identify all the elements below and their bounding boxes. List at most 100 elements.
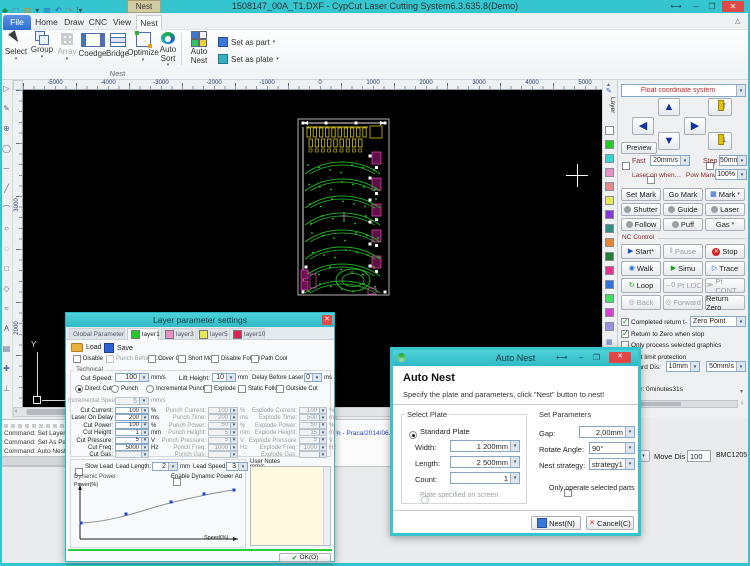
param-combo[interactable]	[208, 451, 238, 458]
layer-tab-layer1[interactable]: layer1	[127, 328, 159, 340]
param-combo[interactable]: 5	[208, 429, 238, 436]
layer-tab-layer3[interactable]: layer3	[161, 328, 193, 340]
layer-tab-layer5[interactable]: layer5	[195, 328, 227, 340]
step-combo[interactable]: 50mm	[719, 155, 747, 166]
checkbox[interactable]	[251, 355, 259, 363]
cancel-button[interactable]: ✕ Cancel(C)	[586, 516, 634, 530]
cut-speed-combo[interactable]: 100	[115, 373, 149, 382]
layer-color-swatch[interactable]	[605, 126, 614, 135]
nozzle-up-button[interactable]: ↑	[708, 98, 732, 116]
lead-speed-combo[interactable]: 3	[226, 462, 248, 471]
nest-button[interactable]: Nest(N)	[531, 516, 581, 530]
check-path-cool[interactable]: Path Cool	[251, 355, 287, 363]
combo-caret-icon[interactable]	[736, 85, 745, 96]
tab-file[interactable]: File	[3, 15, 31, 30]
start--button[interactable]: ▶Start*	[621, 244, 661, 259]
checkbox[interactable]	[211, 355, 219, 363]
user-notes-box[interactable]	[250, 466, 331, 546]
move-dis-input[interactable]: 100	[687, 450, 711, 462]
layer-color-swatch[interactable]	[605, 308, 614, 317]
fast-checkbox[interactable]	[622, 162, 630, 170]
layer-color-swatch[interactable]	[605, 294, 614, 303]
count-combo[interactable]: 1	[450, 472, 520, 484]
param-combo[interactable]: 100	[115, 407, 149, 414]
delay-combo[interactable]: 0	[304, 373, 322, 382]
optimize-button[interactable]: Optimize▾	[129, 31, 157, 68]
set-as-part-button[interactable]: Set as part▾	[218, 35, 282, 49]
option-checkbox[interactable]	[621, 330, 629, 338]
nozzle-down-button[interactable]: ↓	[708, 132, 732, 150]
mode-punch[interactable]: Punch	[111, 385, 138, 393]
layer-color-swatch[interactable]	[605, 210, 614, 219]
puff-button[interactable]: Puff	[663, 218, 703, 231]
param-combo[interactable]	[299, 451, 327, 458]
layer-dialog-close-button[interactable]: ✕	[322, 315, 332, 325]
param-combo[interactable]: 5	[208, 437, 238, 444]
lift-height-combo[interactable]: 10	[212, 373, 236, 382]
shutter-button[interactable]: Shutter	[621, 203, 661, 216]
return-zero-button[interactable]: Return Zero	[705, 295, 745, 310]
select-button[interactable]: Select▾	[3, 31, 29, 68]
expand-window-icon[interactable]: ⟷	[668, 1, 684, 12]
group-button[interactable]: Group▾	[30, 31, 54, 68]
fast-speed-combo[interactable]: 20mm/s	[650, 155, 690, 166]
radio[interactable]	[75, 385, 83, 393]
mode-outside-cut[interactable]: Outside Cut	[276, 385, 318, 393]
param-combo[interactable]: 100	[299, 407, 327, 414]
notes-scrollbar[interactable]	[323, 467, 330, 545]
checkbox[interactable]	[178, 355, 186, 363]
minimize-button[interactable]: –	[688, 1, 704, 12]
layer-color-swatch[interactable]	[605, 154, 614, 163]
param-combo[interactable]: 5	[115, 437, 149, 444]
check[interactable]	[238, 385, 246, 393]
coordinate-system-combo[interactable]: Float coordinate system	[621, 84, 746, 97]
standard-plate-radio[interactable]	[409, 431, 417, 439]
tab-view[interactable]: View	[110, 15, 134, 30]
param-combo[interactable]: 500	[299, 414, 327, 421]
mode-direct-cut[interactable]: Direct Cut	[75, 385, 112, 393]
layer-tab-layer10[interactable]: layer10	[229, 328, 265, 340]
set-as-plate-button[interactable]: Set as plate▾	[218, 52, 282, 66]
back-button[interactable]: ◎Back	[621, 295, 661, 310]
width-combo[interactable]: 1 200mm	[450, 440, 520, 452]
param-combo[interactable]: 100	[115, 422, 149, 429]
jog-right-button[interactable]: ▶	[684, 117, 706, 135]
layer-color-swatch[interactable]	[605, 252, 614, 261]
tab-nest[interactable]: Nest	[136, 15, 162, 30]
checkbox[interactable]	[106, 355, 114, 363]
loop-button[interactable]: ↻Loop	[621, 278, 661, 293]
layer-dialog-title-bar[interactable]: Layer parameter settings	[66, 313, 334, 327]
jog-up-button[interactable]: ▲	[658, 98, 680, 116]
param-combo[interactable]: 100	[208, 407, 238, 414]
param-combo[interactable]: 200	[115, 414, 149, 421]
checkbox[interactable]	[73, 355, 81, 363]
layer-color-swatch[interactable]	[605, 140, 614, 149]
trace-button[interactable]: ▷Trace	[705, 261, 745, 276]
gap-combo[interactable]: 2,00mm	[579, 426, 635, 438]
preview-button[interactable]: Preview	[621, 142, 657, 154]
tab-home[interactable]: Home	[33, 15, 60, 30]
rotate-angle-combo[interactable]: 90°	[589, 442, 635, 454]
stop-button[interactable]: ✕Stop	[705, 244, 745, 259]
go-mark-button[interactable]: Go Mark	[663, 188, 703, 201]
simu-button[interactable]: ▶Simu	[663, 261, 703, 276]
bridge-button[interactable]: Bridge	[106, 31, 129, 68]
jog-left-button[interactable]: ◀	[632, 117, 654, 135]
layer-color-swatch[interactable]	[605, 196, 614, 205]
param-combo[interactable]: 200	[208, 414, 238, 421]
forward-dis-combo[interactable]: 10mm	[666, 361, 700, 372]
param-combo[interactable]: 50	[208, 422, 238, 429]
radio[interactable]	[111, 385, 119, 393]
close-button[interactable]: ✕	[722, 1, 744, 12]
layer-color-swatch[interactable]	[605, 266, 614, 275]
set-mark-button[interactable]: Set Mark	[621, 188, 661, 201]
forward-speed-combo[interactable]: 50mm/s	[706, 361, 746, 372]
guide-button[interactable]: Guide	[663, 203, 703, 216]
dialog-maximize-icon[interactable]: ❐	[593, 353, 600, 362]
layer-color-swatch[interactable]	[605, 322, 614, 331]
collapse-ribbon-icon[interactable]: △	[735, 17, 740, 25]
panel-scroll-right-icon[interactable]: ›	[741, 400, 743, 407]
pt-loc-button[interactable]: →0Pt LOC	[663, 278, 703, 293]
check[interactable]	[276, 385, 284, 393]
load-button[interactable]: Load	[71, 343, 102, 352]
